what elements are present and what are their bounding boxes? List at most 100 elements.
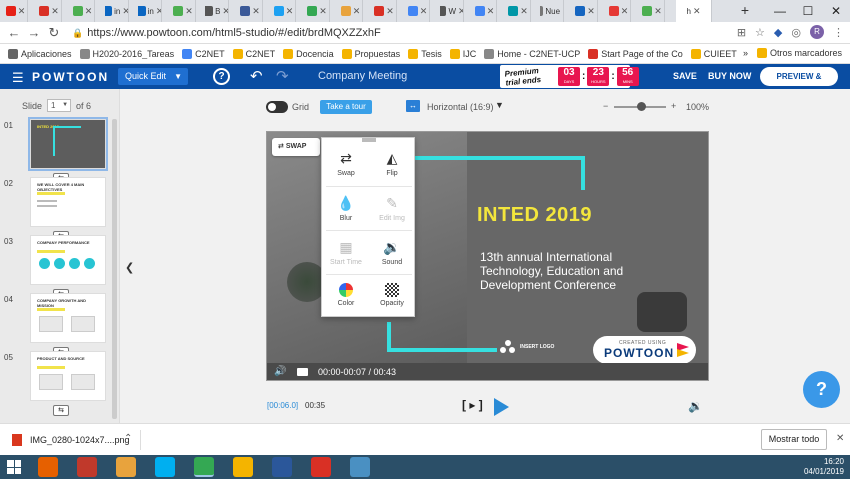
close-tab-icon[interactable]: ✕ bbox=[353, 6, 361, 17]
browser-tab[interactable]: W✕ bbox=[439, 0, 464, 22]
volume-icon[interactable]: 🔉 bbox=[688, 399, 703, 413]
browser-tab[interactable]: ✕ bbox=[4, 0, 28, 22]
grid-toggle[interactable] bbox=[266, 101, 288, 113]
windows-start-icon[interactable] bbox=[7, 460, 21, 474]
slide-thumbnail[interactable]: INTED 2019 bbox=[28, 117, 108, 171]
bookmark-item[interactable]: C2NET bbox=[182, 48, 225, 59]
browser-tab[interactable]: ✕ bbox=[339, 0, 363, 22]
flip-option[interactable]: ◭ Flip bbox=[369, 142, 415, 184]
opacity-option[interactable]: Opacity bbox=[369, 275, 415, 317]
browser-tab[interactable]: ✕ bbox=[373, 0, 397, 22]
slide-select[interactable]: 1 ▼ bbox=[47, 99, 72, 112]
camera-icon[interactable] bbox=[297, 368, 308, 376]
close-tab-icon[interactable]: ✕ bbox=[520, 6, 528, 17]
extension-icon[interactable]: ◆ bbox=[774, 26, 782, 39]
chevron-down-icon[interactable]: ▼ bbox=[495, 100, 504, 110]
orientation-icon[interactable]: ↔ bbox=[406, 100, 420, 112]
close-tab-icon[interactable]: ✕ bbox=[487, 6, 495, 17]
close-tab-icon[interactable]: ✕ bbox=[420, 6, 428, 17]
insert-logo-label[interactable]: INSERT LOGO bbox=[520, 344, 554, 350]
chevron-up-icon[interactable]: ⌃ bbox=[124, 433, 132, 444]
slide-thumbnail[interactable]: COMPANY GROWTH AND MISSION bbox=[30, 293, 106, 343]
browser-tab[interactable]: ✕ bbox=[71, 0, 95, 22]
close-tab-icon[interactable]: ✕ bbox=[654, 6, 662, 17]
bookmark-item[interactable]: H2020-2016_Tareas bbox=[79, 48, 174, 59]
other-bookmarks-link[interactable]: Otros marcadores bbox=[770, 48, 842, 58]
bookmark-item[interactable]: Home - C2NET-UCP bbox=[484, 48, 580, 59]
zoom-in-button[interactable]: + bbox=[671, 101, 676, 111]
acrobat-icon[interactable] bbox=[311, 457, 331, 477]
sound-option[interactable]: 🔉 Sound bbox=[369, 231, 415, 273]
skype-icon[interactable] bbox=[155, 457, 175, 477]
url-field[interactable]: 🔒 https://www.powtoon.com/html5-studio/#… bbox=[72, 24, 712, 42]
close-tab-icon[interactable]: ✕ bbox=[18, 6, 26, 17]
media-icon[interactable] bbox=[77, 457, 97, 477]
tab-powtoon-active[interactable]: h ✕ bbox=[676, 0, 712, 22]
close-tab-icon[interactable]: ✕ bbox=[621, 6, 629, 17]
zoom-slider-handle[interactable] bbox=[636, 102, 646, 111]
orientation-label[interactable]: Horizontal (16:9) bbox=[427, 102, 494, 112]
download-filename[interactable]: IMG_0280-1024x7....png bbox=[30, 435, 130, 445]
slide-title[interactable]: INTED 2019 bbox=[477, 204, 592, 227]
extension-icon-2[interactable]: ◎ bbox=[791, 26, 801, 39]
profile-avatar[interactable]: R bbox=[810, 25, 824, 39]
bookmarks-more-icon[interactable]: » bbox=[743, 48, 748, 58]
close-tab-icon[interactable]: ✕ bbox=[85, 6, 93, 17]
close-tab-icon[interactable]: ✕ bbox=[252, 6, 260, 17]
close-tab-icon[interactable]: ✕ bbox=[286, 6, 294, 17]
browser-tab[interactable]: ✕ bbox=[239, 0, 263, 22]
explorer-icon[interactable] bbox=[233, 457, 253, 477]
swap-option[interactable]: ⇄ Swap bbox=[323, 142, 369, 184]
browser-tab[interactable]: ✕ bbox=[306, 0, 330, 22]
browser-tab[interactable]: ✕ bbox=[406, 0, 430, 22]
close-tab-icon[interactable]: ✕ bbox=[386, 6, 394, 17]
close-window-button[interactable]: ✕ bbox=[822, 0, 850, 22]
document-title[interactable]: Company Meeting bbox=[318, 70, 407, 82]
outlook-icon[interactable] bbox=[116, 457, 136, 477]
browser-tab[interactable]: ✕ bbox=[272, 0, 296, 22]
new-tab-button[interactable]: + bbox=[734, 2, 756, 18]
browser-tab[interactable]: ✕ bbox=[172, 0, 196, 22]
close-tab-icon[interactable]: ✕ bbox=[185, 6, 193, 17]
bookmark-item[interactable]: Tesis bbox=[408, 48, 442, 59]
help-chat-button[interactable]: ? bbox=[803, 371, 840, 408]
close-downloads-icon[interactable]: ✕ bbox=[836, 433, 844, 444]
bookmark-item[interactable]: Start Page of the Co bbox=[588, 48, 683, 59]
bookmark-item[interactable]: Docencia bbox=[283, 48, 334, 59]
edit-mode-dropdown[interactable]: Quick Edit ▼ bbox=[118, 68, 188, 85]
browser-tab[interactable]: ✕ bbox=[574, 0, 598, 22]
bookmark-item[interactable]: CUIEET bbox=[690, 48, 737, 59]
show-all-downloads-button[interactable]: Mostrar todo bbox=[761, 429, 827, 450]
translate-icon[interactable]: ⊞ bbox=[737, 26, 746, 39]
close-tab-icon[interactable]: ✕ bbox=[156, 6, 161, 17]
hamburger-menu-icon[interactable]: ☰ bbox=[12, 70, 24, 86]
powtoon-logo[interactable]: POWTOON bbox=[32, 70, 109, 84]
browser-tab[interactable]: ✕ bbox=[607, 0, 631, 22]
back-arrow-icon[interactable]: ← bbox=[4, 25, 24, 40]
save-button[interactable]: SAVE bbox=[673, 71, 697, 81]
forward-arrow-icon[interactable]: → bbox=[24, 25, 44, 40]
browser-tab[interactable]: in✕ bbox=[104, 0, 129, 22]
color-option[interactable]: Color bbox=[323, 275, 369, 317]
slide-thumbnail[interactable]: COMPANY PERFORMANCE bbox=[30, 235, 106, 285]
bookmark-item[interactable]: Propuestas bbox=[341, 48, 400, 59]
star-icon[interactable]: ☆ bbox=[755, 26, 765, 39]
reload-icon[interactable]: ↻ bbox=[44, 25, 64, 41]
minimize-button[interactable]: — bbox=[766, 0, 794, 22]
close-tab-icon[interactable]: ✕ bbox=[693, 6, 701, 17]
undo-icon[interactable]: ↶ bbox=[250, 67, 263, 85]
firefox-icon[interactable] bbox=[38, 457, 58, 477]
play-icon[interactable] bbox=[494, 398, 509, 416]
close-tab-icon[interactable]: ✕ bbox=[587, 6, 595, 17]
close-tab-icon[interactable]: ✕ bbox=[458, 6, 462, 17]
swap-chip[interactable]: ⇄ SWAP bbox=[272, 138, 320, 156]
close-tab-icon[interactable]: ✕ bbox=[562, 6, 563, 17]
browser-tab[interactable]: ✕ bbox=[38, 0, 62, 22]
help-button[interactable]: ? bbox=[213, 68, 230, 85]
slide-thumbnail[interactable]: WE WILL COVER 4 MAIN OBJECTIVES bbox=[30, 177, 106, 227]
bookmark-item[interactable]: Aplicaciones bbox=[8, 48, 72, 59]
zoom-out-button[interactable]: − bbox=[603, 101, 608, 111]
close-tab-icon[interactable]: ✕ bbox=[319, 6, 327, 17]
preview-export-button[interactable]: PREVIEW & EXPORT bbox=[760, 67, 838, 100]
close-tab-icon[interactable]: ✕ bbox=[122, 6, 127, 17]
